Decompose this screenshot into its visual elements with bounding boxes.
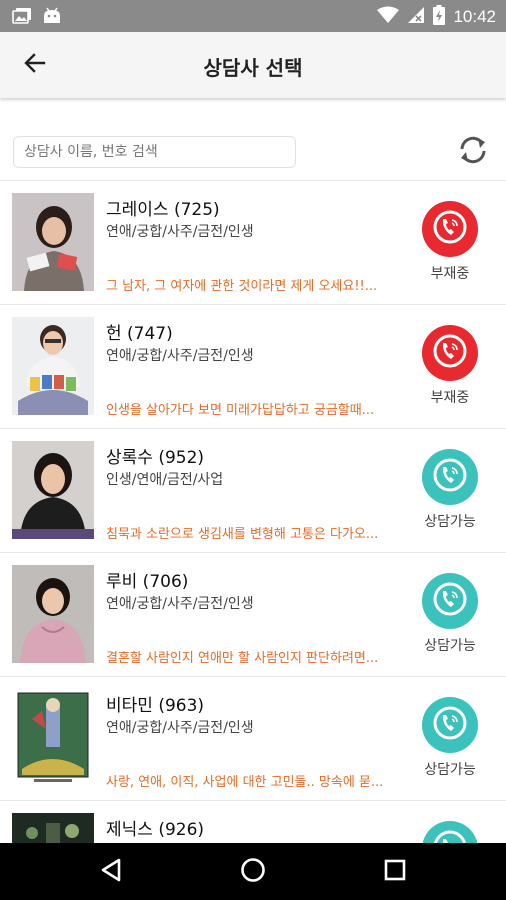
avatar [12, 441, 94, 539]
status-label: 상담가능 [424, 762, 476, 778]
counselor-description: 인생을 살아가다 보면 미래가답답하고 궁금할때... [106, 403, 375, 418]
list-item[interactable]: 루비 (706) 연애/궁합/사주/금전/인생 결혼할 사람인지 연애만 할 사… [0, 552, 506, 676]
status-label: 부재중 [430, 390, 470, 406]
nav-recents-button[interactable] [380, 857, 410, 887]
counselor-description: 사랑, 연애, 이직, 사업에 대한 고민들.. 망속에 묻... [106, 775, 384, 790]
nav-back-button[interactable] [96, 857, 126, 887]
list-item[interactable]: 비타민 (963) 연애/궁합/사주/금전/인생 사랑, 연애, 이직, 사업에… [0, 676, 506, 800]
counselor-categories: 연애/궁합/사주/금전/인생 [106, 224, 254, 240]
avatar [12, 193, 94, 291]
photo-icon [12, 7, 32, 29]
search-row [0, 120, 506, 180]
avatar [12, 317, 94, 415]
counselor-categories: 연애/궁합/사주/금전/인생 [106, 596, 254, 612]
list-item[interactable]: 그레이스 (725) 연애/궁합/사주/금전/인생 그 남자, 그 여자에 관한… [0, 180, 506, 304]
counselor-categories: 인생/연애/금전/사업 [106, 472, 224, 488]
call-button[interactable] [422, 573, 478, 629]
list-item[interactable]: 상록수 (952) 인생/연애/금전/사업 침묵과 소란으로 생김새를 변형해 … [0, 428, 506, 552]
battery-icon [433, 5, 446, 29]
counselor-list: 그레이스 (725) 연애/궁합/사주/금전/인생 그 남자, 그 여자에 관한… [0, 180, 506, 900]
counselor-description: 침묵과 소란으로 생김새를 변형해 고통은 다가오... [106, 527, 379, 542]
counselor-description: 결혼할 사람인지 연애만 할 사람인지 판단하려면... [106, 651, 379, 666]
counselor-name: 제닉스 (926) [106, 820, 205, 840]
call-button[interactable] [422, 449, 478, 505]
recents-square-icon [383, 858, 407, 886]
phone-icon [430, 455, 470, 499]
counselor-name: 헌 (747) [106, 324, 173, 344]
status-label: 부재중 [430, 266, 470, 282]
navigation-bar [0, 843, 506, 900]
back-triangle-icon [99, 857, 123, 887]
counselor-categories: 연애/궁합/사주/금전/인생 [106, 348, 254, 364]
app-bar: 상담사 선택 [0, 32, 506, 98]
call-button[interactable] [422, 201, 478, 257]
call-button[interactable] [422, 697, 478, 753]
status-time: 10:42 [453, 7, 496, 26]
counselor-name: 상록수 (952) [106, 448, 205, 468]
phone-icon [430, 579, 470, 623]
signal-icon [407, 6, 425, 28]
page-title: 상담사 선택 [203, 56, 303, 80]
wifi-icon [377, 6, 400, 28]
phone-icon [430, 703, 470, 747]
status-label: 상담가능 [424, 514, 476, 530]
home-circle-icon [240, 857, 266, 887]
avatar [12, 565, 94, 663]
counselor-name: 그레이스 (725) [106, 200, 220, 220]
status-label: 상담가능 [424, 638, 476, 654]
counselor-name: 비타민 (963) [106, 696, 205, 716]
android-icon [42, 7, 62, 29]
status-bar: 10:42 [0, 0, 506, 32]
counselor-description: 그 남자, 그 여자에 관한 것이라면 제게 오세요!!... [106, 279, 378, 294]
phone-icon [430, 331, 470, 375]
list-item[interactable]: 헌 (747) 연애/궁합/사주/금전/인생 인생을 살아가다 보면 미래가답답… [0, 304, 506, 428]
phone-icon [430, 207, 470, 251]
counselor-categories: 연애/궁합/사주/금전/인생 [106, 720, 254, 736]
search-input[interactable] [13, 136, 296, 168]
counselor-name: 루비 (706) [106, 572, 189, 592]
refresh-icon [456, 133, 490, 171]
refresh-button[interactable] [455, 134, 491, 170]
call-button[interactable] [422, 325, 478, 381]
avatar [12, 689, 94, 787]
nav-home-button[interactable] [238, 857, 268, 887]
